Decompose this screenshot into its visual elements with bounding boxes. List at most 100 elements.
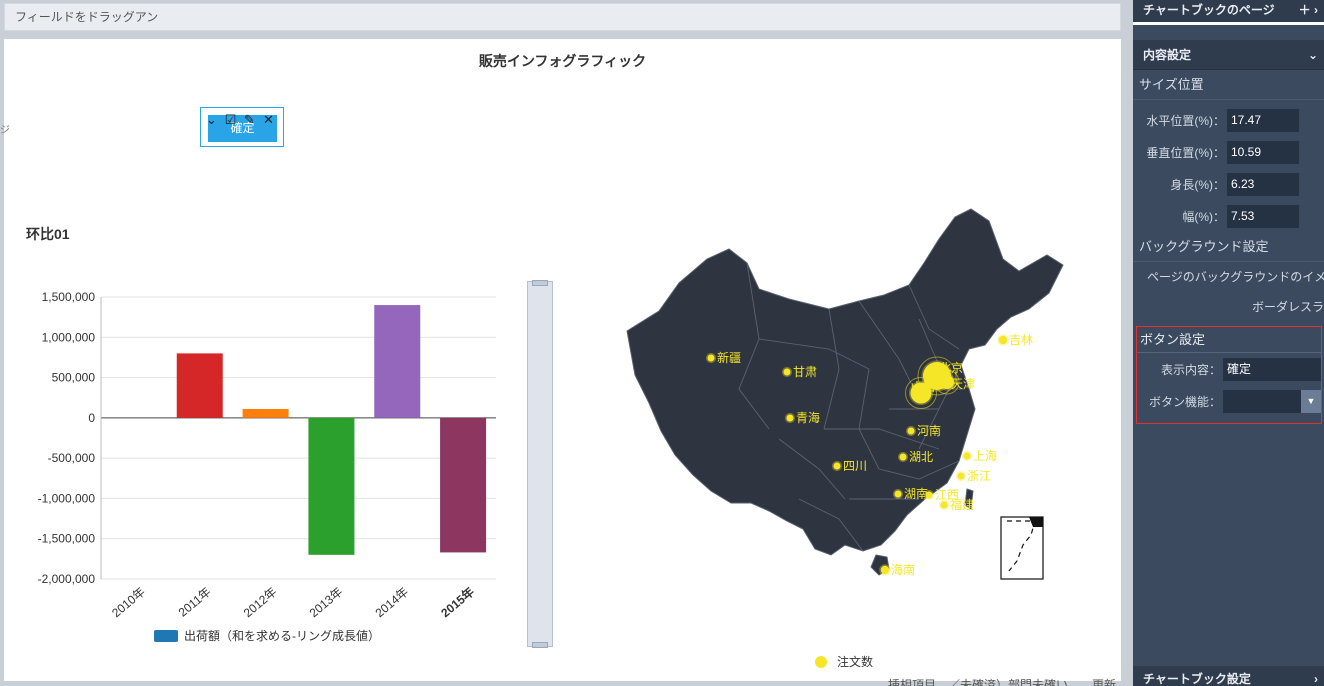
background-settings-header: バックグラウンド設定 bbox=[1133, 232, 1324, 262]
button-function-row: ボタン機能： ▼ bbox=[1137, 385, 1321, 417]
region-label: 甘肃 bbox=[793, 365, 817, 379]
region-marker[interactable] bbox=[925, 491, 933, 499]
map-legend-label: 注文数 bbox=[837, 655, 874, 669]
bar[interactable] bbox=[176, 353, 223, 418]
region-label: 天津 bbox=[951, 377, 975, 391]
chart-title: 环比01 bbox=[26, 226, 70, 242]
height-input[interactable]: 6.23 bbox=[1227, 172, 1299, 196]
region-marker[interactable] bbox=[957, 472, 965, 480]
slider-handle-top[interactable] bbox=[532, 280, 548, 286]
x-tick-label: 2013年 bbox=[307, 585, 346, 621]
region-label: 吉林 bbox=[1009, 333, 1033, 347]
horizontal-position-input[interactable]: 17.47 bbox=[1227, 108, 1299, 132]
field-height: 身長(%)： 6.23 bbox=[1133, 168, 1324, 200]
field-label: 垂直位置(%)： bbox=[1146, 145, 1225, 160]
region-label: 浙江 bbox=[967, 469, 991, 483]
region-marker[interactable] bbox=[833, 462, 841, 470]
chevron-down-icon[interactable]: ⌄ bbox=[1308, 40, 1318, 69]
region-label: 北京 bbox=[939, 361, 963, 375]
width-input[interactable]: 7.53 bbox=[1227, 204, 1299, 228]
dashboard-canvas: 販売インフォグラフィック ジ 確定 ⌄ ☑ ✎ ✕ 环比01 1,500,000… bbox=[0, 39, 1121, 681]
button-settings-title: ボタン設定 bbox=[1137, 327, 1321, 353]
region-marker[interactable] bbox=[940, 501, 948, 509]
china-map: 新疆甘肃青海四川河南湖北湖南 江西福建浙江上海北京天津山西吉林海南 bbox=[626, 208, 1064, 580]
legend-dot-icon bbox=[815, 655, 827, 668]
y-tick-label: 1,000,000 bbox=[42, 330, 96, 344]
bar[interactable] bbox=[242, 408, 289, 418]
borderless-option[interactable]: ボーダレスラ bbox=[1133, 292, 1324, 322]
display-content-label: 表示内容： bbox=[1160, 362, 1221, 377]
field-label: 幅(%)： bbox=[1182, 209, 1225, 224]
button-function-select[interactable]: ▼ bbox=[1223, 389, 1321, 413]
region-marker[interactable] bbox=[880, 565, 890, 575]
field-vertical: 垂直位置(%)： 10.59 bbox=[1133, 136, 1324, 168]
y-tick-label: 0 bbox=[88, 411, 95, 425]
bar[interactable] bbox=[440, 417, 487, 553]
chartbook-settings-title: チャートブック設定 bbox=[1143, 672, 1251, 686]
field-label: 水平位置(%)： bbox=[1146, 113, 1225, 128]
x-tick-label: 2014年 bbox=[373, 585, 412, 621]
vertical-position-input[interactable]: 10.59 bbox=[1227, 140, 1299, 164]
region-label: 海南 bbox=[891, 562, 915, 577]
chevron-right-icon[interactable]: › bbox=[1314, 666, 1318, 686]
panel-header[interactable]: チャートブックのページ ＋ › bbox=[1133, 0, 1324, 22]
region-label: 上海 bbox=[973, 448, 997, 463]
chevron-down-icon[interactable]: ⌄ bbox=[204, 112, 219, 127]
close-icon[interactable]: ✕ bbox=[261, 112, 276, 127]
x-tick-label: 2010年 bbox=[109, 585, 148, 621]
region-marker[interactable] bbox=[707, 354, 715, 362]
left-edge-text: ジ bbox=[0, 125, 10, 136]
page-title: 販売インフォグラフィック bbox=[478, 53, 647, 69]
chart-zoom-slider[interactable] bbox=[527, 280, 553, 648]
settings-panel: チャートブックのページ ＋ › 内容設定 ⌄ サイズ位置 水平位置(%)： 17… bbox=[1133, 0, 1324, 686]
chartbook-settings-header[interactable]: チャートブック設定 › bbox=[1133, 666, 1324, 686]
confirm-button-widget[interactable]: 確定 ⌄ ☑ ✎ ✕ bbox=[200, 107, 284, 147]
y-tick-label: -1,000,000 bbox=[38, 491, 96, 505]
region-label: 福建 bbox=[950, 497, 974, 512]
region-label: 山西 bbox=[911, 380, 935, 394]
field-width: 幅(%)： 7.53 bbox=[1133, 200, 1324, 232]
region-label: 湖北 bbox=[909, 449, 933, 464]
country-outline bbox=[626, 208, 1064, 556]
region-marker[interactable] bbox=[899, 453, 907, 461]
button-settings-group: ボタン設定 表示内容： 確定 ボタン機能： ▼ bbox=[1136, 326, 1322, 424]
region-marker[interactable] bbox=[894, 490, 902, 498]
field-drop-bar[interactable]: フィールドをドラッグアン bbox=[4, 3, 1121, 31]
content-settings-title: 内容設定 bbox=[1143, 48, 1192, 62]
x-tick-label: 2012年 bbox=[241, 585, 280, 621]
region-marker[interactable] bbox=[786, 414, 794, 422]
legend-swatch[interactable] bbox=[154, 630, 178, 642]
region-marker[interactable] bbox=[963, 452, 971, 460]
slider-handle-bottom[interactable] bbox=[532, 642, 548, 648]
y-tick-label: -2,000,000 bbox=[38, 572, 96, 586]
panel-header-icons[interactable]: ＋ › bbox=[1299, 0, 1318, 22]
region-label: 青海 bbox=[796, 410, 820, 425]
bar[interactable] bbox=[374, 305, 421, 418]
region-label: 河南 bbox=[917, 423, 941, 438]
display-content-row: 表示内容： 確定 bbox=[1137, 353, 1321, 385]
display-content-input[interactable]: 確定 bbox=[1223, 357, 1321, 381]
region-marker[interactable] bbox=[907, 427, 915, 435]
region-marker[interactable] bbox=[998, 335, 1008, 345]
x-tick-label: 2015年 bbox=[438, 584, 477, 620]
bar-chart: 1,500,000 1,000,000 500,000 0 -500,000 -1,000… bbox=[38, 290, 496, 643]
y-tick-label: 500,000 bbox=[52, 371, 96, 385]
bar[interactable] bbox=[308, 417, 355, 555]
page-background-option[interactable]: ページのバックグラウンドのイメ bbox=[1133, 262, 1324, 292]
size-position-header: サイズ位置 bbox=[1133, 70, 1324, 100]
legend-label[interactable]: 出荷額（和を求める-リング成長値） bbox=[184, 628, 380, 643]
x-tick-label: 2011年 bbox=[176, 585, 214, 620]
map-legend[interactable]: 注文数 bbox=[815, 653, 873, 670]
edit-icon[interactable]: ✎ bbox=[242, 112, 257, 127]
y-tick-label: -500,000 bbox=[48, 451, 96, 465]
bottom-edge-text: 挿相項目 ／未確済）部門未確い 更新 bbox=[888, 678, 1117, 686]
field-label: 身長(%)： bbox=[1170, 177, 1225, 192]
widget-toolbar: ⌄ ☑ ✎ ✕ bbox=[204, 112, 276, 127]
button-function-label: ボタン機能： bbox=[1148, 394, 1221, 409]
panel-gap bbox=[1133, 25, 1324, 40]
content-settings-header[interactable]: 内容設定 ⌄ bbox=[1133, 40, 1324, 70]
region-marker[interactable] bbox=[783, 368, 791, 376]
dropdown-arrow-icon[interactable]: ▼ bbox=[1301, 389, 1321, 413]
checkbox-icon[interactable]: ☑ bbox=[223, 112, 238, 127]
field-horizontal: 水平位置(%)： 17.47 bbox=[1133, 104, 1324, 136]
